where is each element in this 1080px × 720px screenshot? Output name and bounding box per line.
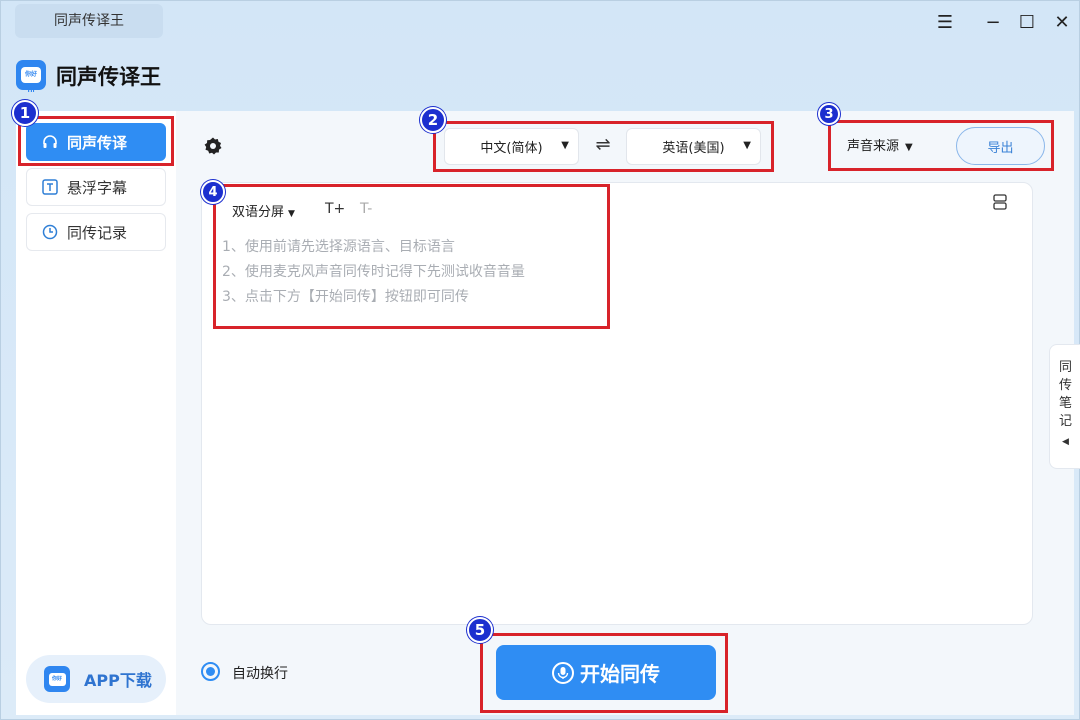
app-window: 同声传译王 ☰ − ☐ ✕ 你好 Hi 同声传译王 同声传译 悬浮字幕 同传记录	[0, 0, 1080, 720]
annotation-badge-3: 3	[818, 103, 840, 125]
maximize-icon[interactable]: ☐	[1014, 9, 1040, 35]
annotation-badge-1: 1	[12, 100, 38, 126]
minimize-icon[interactable]: −	[980, 9, 1006, 35]
annotation-box-3	[828, 120, 1054, 171]
auto-wrap-label: 自动换行	[232, 666, 288, 682]
annotation-box-5	[480, 633, 728, 713]
annotation-box-4	[213, 184, 610, 329]
annotation-badge-2: 2	[420, 107, 446, 133]
logo-bubble: 你好 Hi	[21, 67, 41, 94]
annotation-badge-4: 4	[201, 180, 225, 204]
sidebar: 同声传译 悬浮字幕 同传记录 你好 APP下载	[16, 111, 176, 715]
sidebar-item-label: 悬浮字幕	[67, 178, 128, 197]
app-logo-icon: 你好 Hi	[16, 60, 46, 94]
annotation-badge-5: 5	[467, 617, 493, 643]
layout-toggle-icon[interactable]	[993, 194, 1009, 210]
app-logo-icon: 你好	[44, 666, 70, 692]
notes-tab-label: 同传笔记	[1058, 360, 1072, 429]
close-icon[interactable]: ✕	[1049, 9, 1075, 35]
app-download-button[interactable]: 你好 APP下载	[26, 655, 166, 703]
annotation-box-2	[433, 121, 774, 172]
notes-side-tab[interactable]: 同传笔记 ◀	[1049, 344, 1080, 469]
sidebar-item-label: 同传记录	[67, 223, 128, 242]
annotation-box-1	[18, 116, 174, 166]
clock-icon	[41, 223, 59, 241]
app-title: 同声传译王	[56, 65, 161, 89]
window-tab[interactable]: 同声传译王	[15, 4, 163, 38]
app-download-label: APP下载	[84, 671, 152, 690]
menu-icon[interactable]: ☰	[932, 9, 958, 35]
sidebar-item-floating-subtitles[interactable]: 悬浮字幕	[26, 168, 166, 206]
sidebar-item-history[interactable]: 同传记录	[26, 213, 166, 251]
text-box-icon	[41, 178, 59, 196]
auto-wrap-radio[interactable]	[201, 662, 220, 681]
gear-icon[interactable]	[202, 135, 224, 157]
collapse-arrow-icon: ◀	[1062, 437, 1069, 447]
